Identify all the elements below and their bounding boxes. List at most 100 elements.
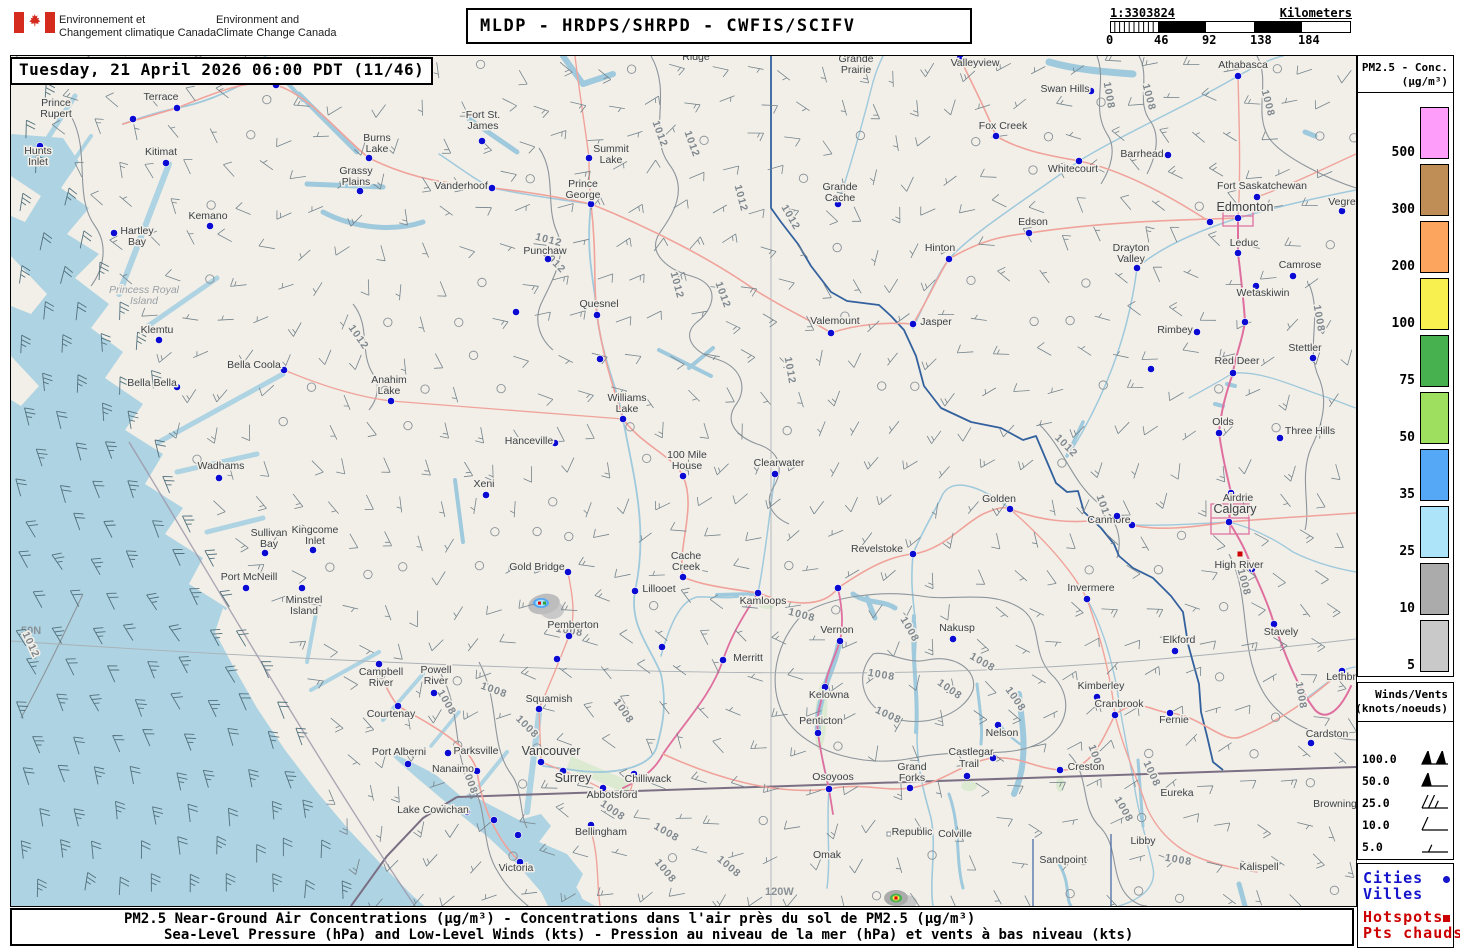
pm25-level-label: 75 xyxy=(1399,373,1415,388)
wind-barb-icon xyxy=(991,193,1007,208)
wind-barb-icon xyxy=(119,301,130,321)
isobar-label: 1008 xyxy=(1259,88,1278,118)
wind-barb-icon xyxy=(1347,718,1356,734)
markers-legend: Cities Villes Hotspots Pts chauds xyxy=(1357,863,1460,948)
pm25-level-label: 5 xyxy=(1407,658,1415,673)
map-canvas[interactable]: 50N 120W 1012 1012 1012 1012 1012 1012 1012 1012… xyxy=(10,55,1357,907)
wind-barb-icon xyxy=(1028,200,1045,214)
city-label: Parksville xyxy=(454,745,499,757)
isobar-label: 1008 xyxy=(652,820,682,844)
city-dot xyxy=(1133,264,1141,272)
wind-barb-icon xyxy=(975,782,990,797)
wind-barb-icon xyxy=(1234,704,1251,714)
pm25-level-label: 200 xyxy=(1391,259,1415,274)
city-label: Vanderhoof xyxy=(434,180,488,192)
wind-barb-icon xyxy=(725,387,735,403)
wind-barb-icon xyxy=(1192,131,1205,143)
wind-barb-icon xyxy=(725,320,741,335)
scale-ratio: 1:3303824 xyxy=(1110,6,1176,20)
wind-barb-icon xyxy=(594,589,610,602)
wind-barb-icon xyxy=(1066,533,1076,549)
wind-barb-icon xyxy=(276,137,292,148)
scale-tick: 184 xyxy=(1298,33,1320,47)
wind-barb-icon xyxy=(1049,499,1056,516)
wind-barb-icon xyxy=(241,424,251,441)
wind-barb-icon xyxy=(170,198,180,215)
wind-barb-icon xyxy=(691,771,707,784)
wind-barb-icon xyxy=(439,205,453,216)
city-dot xyxy=(512,308,520,316)
city-label: Kingcome Inlet xyxy=(292,524,339,547)
city-label: Hunts Inlet xyxy=(24,145,51,168)
wind-barb-icon xyxy=(569,310,586,320)
wind-barb-icon xyxy=(852,279,862,294)
place-label: Princess Royal Island xyxy=(109,284,180,307)
wind-barb-icon xyxy=(1254,532,1269,547)
wind-barb-icon xyxy=(628,203,644,214)
wind-barb-icon xyxy=(762,856,778,865)
wind-barb-icon xyxy=(467,638,479,652)
wind-barb-icon xyxy=(1169,226,1180,243)
city-label: Squamish xyxy=(526,693,573,705)
city-label: High River xyxy=(1214,559,1264,571)
wind-barb-icon xyxy=(1421,817,1448,831)
city-label: Creston xyxy=(1068,761,1105,773)
isobar-label: 1008 xyxy=(1311,304,1328,333)
city-dot xyxy=(1083,595,1091,603)
city-label: Lethbridge xyxy=(1326,671,1356,683)
wind-barb-icon xyxy=(133,124,140,141)
wind-barb-icon xyxy=(278,283,294,290)
wind-barb-icon xyxy=(778,278,795,291)
isobar-label: 1008 xyxy=(968,650,998,674)
wind-barb-icon xyxy=(1124,639,1141,650)
city-label: Camrose xyxy=(1279,259,1322,271)
weather-map-page: Environnement et Changement climatique Ca… xyxy=(0,0,1460,950)
wind-barb-icon xyxy=(600,666,612,680)
wind-barb-icon xyxy=(767,164,784,175)
wind-barb-icon xyxy=(601,733,616,749)
caption-line1: PM2.5 Near-Ground Air Concentrations (µg… xyxy=(124,911,976,927)
wind-barb-icon xyxy=(1197,785,1214,795)
isobar-label: 1012 xyxy=(732,183,751,213)
pm25-swatch-25 xyxy=(1420,506,1449,558)
wind-barb-icon xyxy=(1201,570,1218,581)
city-label: Lillooet xyxy=(642,583,675,595)
wind-barb-icon xyxy=(1013,98,1027,110)
pm25-level-label: 300 xyxy=(1391,202,1415,217)
wind-barb-icon xyxy=(376,245,386,262)
wind-barb-icon xyxy=(1071,601,1084,617)
wind-barb-icon xyxy=(1222,893,1237,905)
city-label: Quesnel xyxy=(579,298,618,310)
wind-barb-icon xyxy=(1222,131,1237,142)
city-dot xyxy=(1206,218,1214,226)
wind-barb-icon xyxy=(668,887,685,897)
wind-barb-icon xyxy=(384,605,392,621)
city-label: Drayton Valley xyxy=(1113,242,1150,265)
wind-barb-icon xyxy=(90,190,103,206)
agency-name-fr: Environnement et Changement climatique Ca… xyxy=(59,14,217,39)
wind-barb-icon xyxy=(1311,637,1326,653)
wind-barb-icon xyxy=(1024,895,1031,906)
wind-barb-icon xyxy=(583,702,595,718)
wind-barb-icon xyxy=(431,571,446,586)
city-label: Edson xyxy=(1018,216,1048,228)
wind-barb-icon xyxy=(847,352,862,368)
pm25-swatch-50 xyxy=(1420,392,1449,444)
wind-barb-icon xyxy=(312,131,330,138)
wind-barb-icon xyxy=(1197,500,1207,517)
city-label: Grande Prairie xyxy=(838,56,873,76)
wind-barb-icon xyxy=(809,500,825,515)
wind-barb-icon xyxy=(691,846,708,854)
wind-barb-icon xyxy=(1328,826,1336,842)
wind-speed-row: 50.0 xyxy=(1358,771,1453,791)
wind-barb-icon xyxy=(349,354,362,370)
wind-barb-icon xyxy=(797,391,804,408)
wind-barb-icon xyxy=(327,501,339,515)
wind-barb-icon xyxy=(750,740,767,749)
wind-barb-icon xyxy=(1099,739,1115,752)
hotspot-marker-icon xyxy=(1443,915,1450,922)
city-label: Penticton xyxy=(799,715,843,727)
wind-barb-icon xyxy=(371,104,386,118)
city-dot xyxy=(365,154,373,162)
city-dot xyxy=(298,584,306,592)
